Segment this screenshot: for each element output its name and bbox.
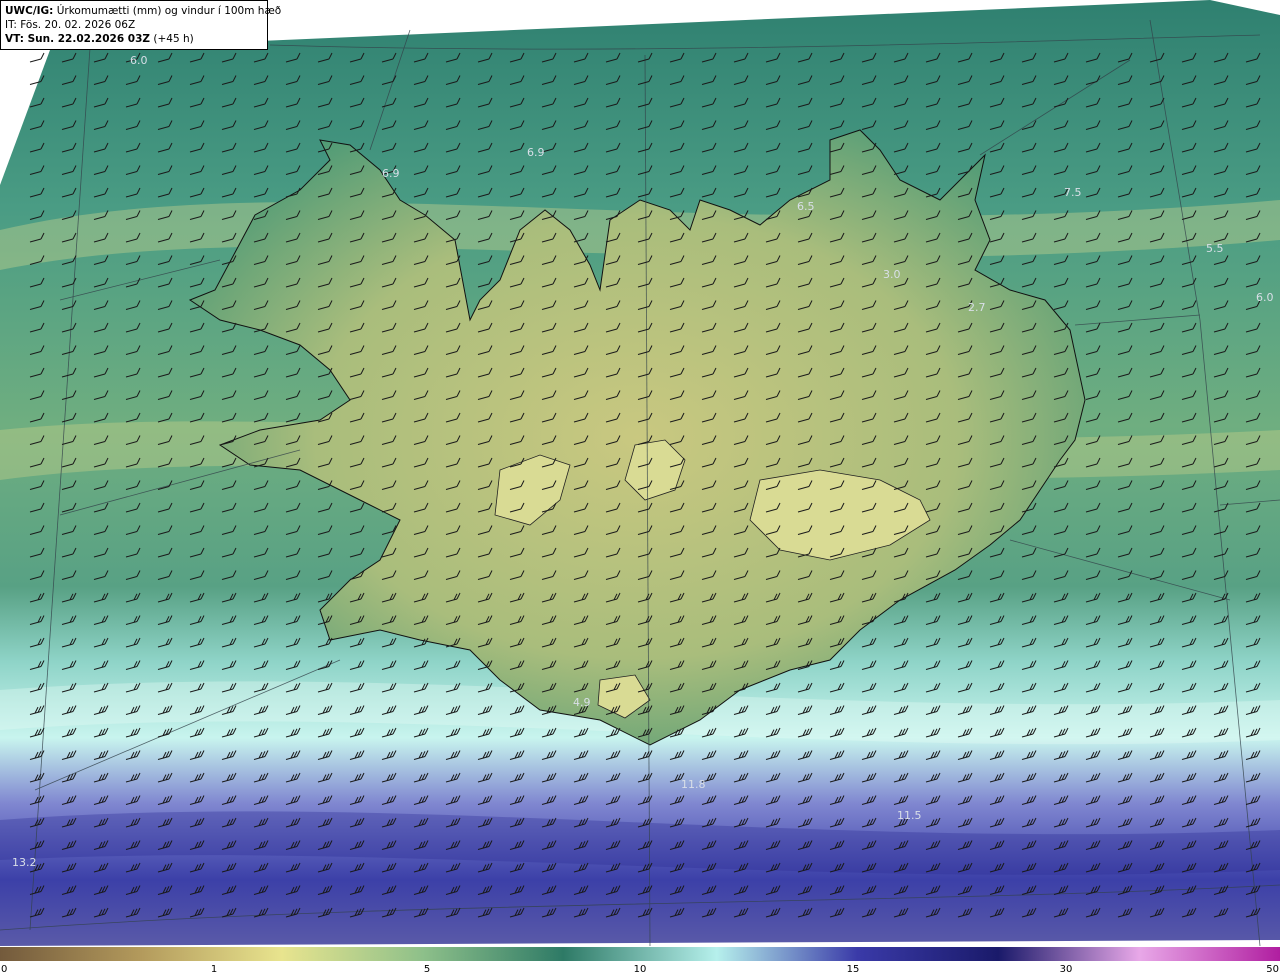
colorbar-tick: 0	[1, 964, 8, 975]
valid-time: VT: Sun. 22.02.2026 03Z	[5, 33, 151, 45]
weather-map: UWC/IG: Úrkomumætti (mm) og vindur í 100…	[0, 0, 1280, 946]
model-label: UWC/IG:	[5, 5, 54, 17]
colorbar-tick: 50	[1266, 964, 1279, 975]
value-label: 7.5	[1064, 186, 1082, 199]
map-header: UWC/IG: Úrkomumætti (mm) og vindur í 100…	[0, 0, 281, 50]
colorbar	[0, 947, 1280, 961]
map-canvas	[0, 0, 1280, 946]
value-label: 4.9	[573, 696, 591, 709]
value-label: 6.9	[382, 167, 400, 180]
value-label: 6.9	[527, 146, 545, 159]
value-label: 11.5	[897, 809, 922, 822]
colorbar-tick: 15	[846, 964, 860, 975]
value-label: 5.5	[1206, 242, 1224, 255]
colorbar-tick: 10	[633, 964, 647, 975]
value-label: 6.5	[797, 200, 815, 213]
value-label: 6.0	[130, 54, 148, 67]
value-label: 13.2	[12, 856, 37, 869]
initial-time: IT: Fös. 20. 02. 2026 06Z	[5, 19, 136, 31]
colorbar-tick: 30	[1059, 964, 1073, 975]
valid-time-line: VT: Sun. 22.02.2026 03Z (+45 h)	[5, 32, 263, 46]
value-label: 6.0	[1256, 291, 1274, 304]
product-title: Úrkomumætti (mm) og vindur í 100m hæð	[56, 5, 282, 17]
forecast-offset: (+45 h)	[153, 33, 194, 45]
value-label: 3.0	[883, 268, 901, 281]
colorbar-tick: 1	[210, 964, 218, 975]
value-label: 2.7	[968, 301, 986, 314]
colorbar-tick: 5	[423, 964, 431, 975]
value-label: 11.8	[681, 778, 706, 791]
wind-barb	[29, 52, 45, 63]
colorbar-ticks: 0 1 5 10 15 30 50	[0, 961, 1280, 978]
title-line: UWC/IG: Úrkomumætti (mm) og vindur í 100…	[5, 4, 281, 18]
